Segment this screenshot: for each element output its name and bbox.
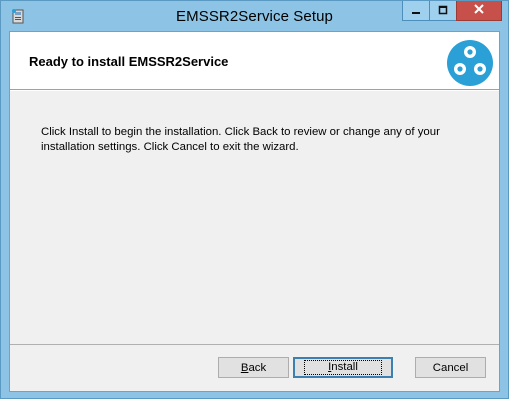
caption-buttons (402, 1, 502, 21)
page-title: Ready to install EMSSR2Service (29, 54, 229, 69)
app-logo-icon (446, 39, 494, 87)
footer-divider (10, 344, 499, 345)
maximize-icon (438, 2, 448, 20)
close-button[interactable] (456, 1, 502, 21)
dialog-content: Ready to install EMSSR2Service Click Ins… (9, 31, 500, 392)
cancel-button[interactable]: Cancel (415, 357, 486, 378)
minimize-icon (411, 2, 421, 20)
install-button-label: Install (304, 360, 382, 375)
cancel-button-label: Cancel (432, 361, 469, 374)
setup-window: EMSSR2Service Setup Ready to install EMS… (0, 0, 509, 399)
back-button-label: Back (240, 361, 267, 374)
back-button[interactable]: Back (218, 357, 289, 378)
close-icon (473, 2, 485, 20)
maximize-button[interactable] (429, 1, 456, 21)
minimize-button[interactable] (402, 1, 429, 21)
instruction-text: Click Install to begin the installation.… (41, 126, 440, 153)
title-bar[interactable]: EMSSR2Service Setup (1, 1, 508, 31)
install-button[interactable]: Install (293, 357, 393, 378)
banner-divider (10, 90, 499, 91)
header-banner: Ready to install EMSSR2Service (10, 32, 499, 90)
